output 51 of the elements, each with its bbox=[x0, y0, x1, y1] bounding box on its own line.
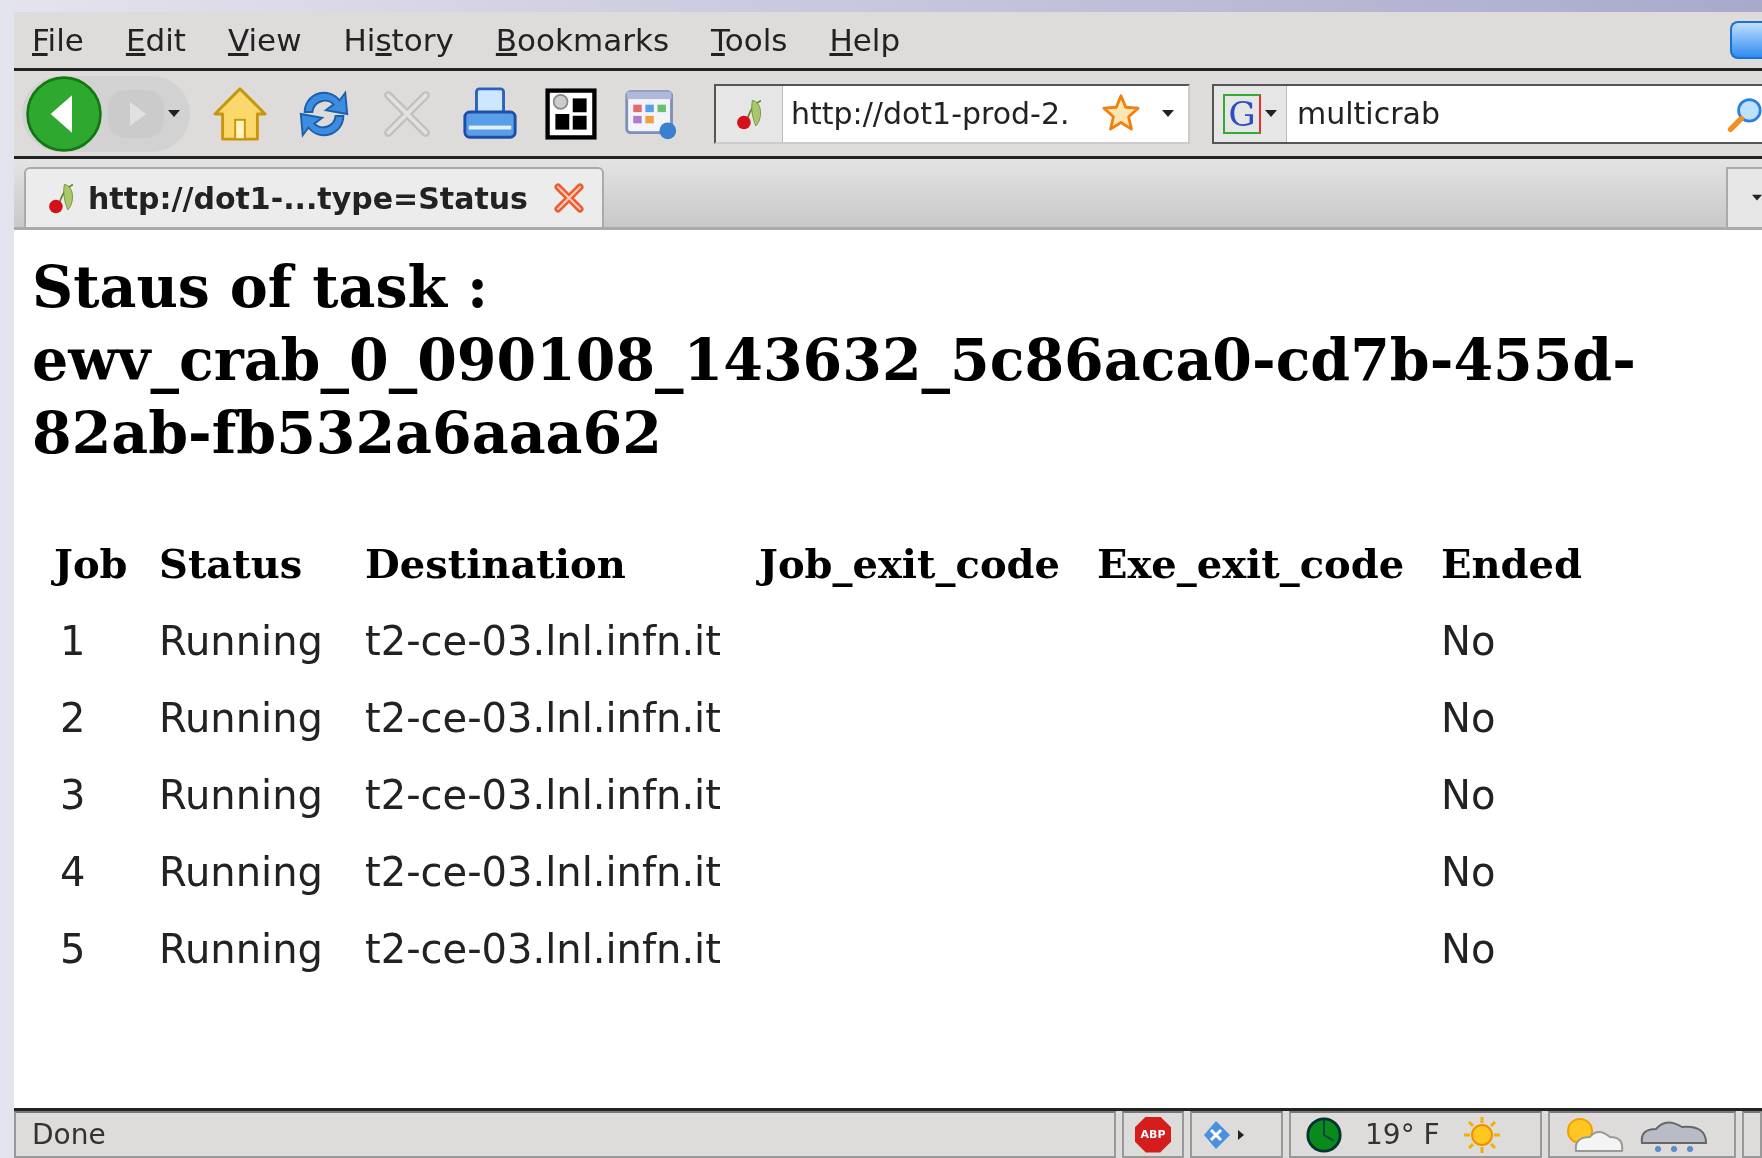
column-header: Status bbox=[159, 540, 303, 587]
tab-list-button[interactable] bbox=[1726, 167, 1762, 227]
table-cell: No bbox=[1441, 618, 1496, 664]
menu-item[interactable]: Tools bbox=[711, 22, 808, 58]
table-cell: t2-ce-03.lnl.infn.it bbox=[365, 695, 721, 741]
table-cell: Running bbox=[159, 926, 323, 972]
dropdown-arrow-icon bbox=[1752, 194, 1762, 202]
browser-tab[interactable]: http://dot1-...type=Status bbox=[24, 167, 604, 227]
table-cell: Running bbox=[159, 618, 323, 664]
menu-item[interactable]: Edit bbox=[125, 22, 206, 58]
column-header: Exe_exit_code bbox=[1097, 540, 1405, 587]
table-cell: Running bbox=[159, 849, 323, 895]
column-header: Destination bbox=[365, 540, 626, 587]
home-icon bbox=[211, 84, 269, 143]
menu-item[interactable]: View bbox=[227, 22, 322, 58]
table-cell: 5 bbox=[60, 926, 86, 972]
page-heading: Staus of task : ewv_crab_0_090108_143632_5c86aca0-cd7b-455d-82ab-fb532a6aaa62 bbox=[32, 252, 1637, 468]
table-cell: 1 bbox=[60, 618, 86, 664]
table-cell: t2-ce-03.lnl.infn.it bbox=[365, 618, 721, 664]
close-icon[interactable] bbox=[551, 181, 586, 215]
table-cell: No bbox=[1441, 772, 1496, 818]
table-cell: t2-ce-03.lnl.infn.it bbox=[365, 926, 721, 972]
table-cell: 3 bbox=[60, 772, 86, 818]
menu-item[interactable]: History bbox=[343, 22, 474, 58]
column-header: Ended bbox=[1441, 540, 1582, 587]
window-button[interactable] bbox=[1730, 21, 1762, 59]
menu-item[interactable]: Bookmarks bbox=[495, 22, 690, 58]
resize-grip[interactable] bbox=[1742, 1111, 1762, 1158]
adblock-button[interactable]: ABP bbox=[1135, 1116, 1171, 1153]
star-icon[interactable] bbox=[1102, 92, 1140, 131]
dropdown-arrow-icon bbox=[168, 109, 180, 118]
table-cell: t2-ce-03.lnl.infn.it bbox=[365, 772, 721, 818]
back-icon bbox=[24, 73, 104, 154]
table-cell: 2 bbox=[60, 695, 86, 741]
table-cell: Running bbox=[159, 695, 323, 741]
temperature-text: 19° F bbox=[1365, 1118, 1440, 1151]
status-text: Done bbox=[32, 1118, 106, 1151]
table-cell: No bbox=[1441, 695, 1496, 741]
address-field[interactable]: http://dot1-prod-2. bbox=[714, 83, 1190, 144]
table-cell: 4 bbox=[60, 849, 86, 895]
table-cell: No bbox=[1441, 849, 1496, 895]
table-cell: Running bbox=[159, 772, 323, 818]
search-field[interactable]: G multicrab bbox=[1212, 83, 1762, 144]
dropdown-arrow-icon bbox=[1162, 109, 1174, 118]
menu-item[interactable]: File bbox=[32, 22, 104, 58]
table-cell: t2-ce-03.lnl.infn.it bbox=[365, 849, 721, 895]
dropdown-arrow-icon bbox=[1264, 109, 1277, 118]
menu-item[interactable]: Help bbox=[829, 22, 921, 58]
history-dropdown-button[interactable] bbox=[166, 109, 182, 118]
search-engine-logo: G bbox=[1223, 93, 1261, 134]
table-cell: No bbox=[1441, 926, 1496, 972]
